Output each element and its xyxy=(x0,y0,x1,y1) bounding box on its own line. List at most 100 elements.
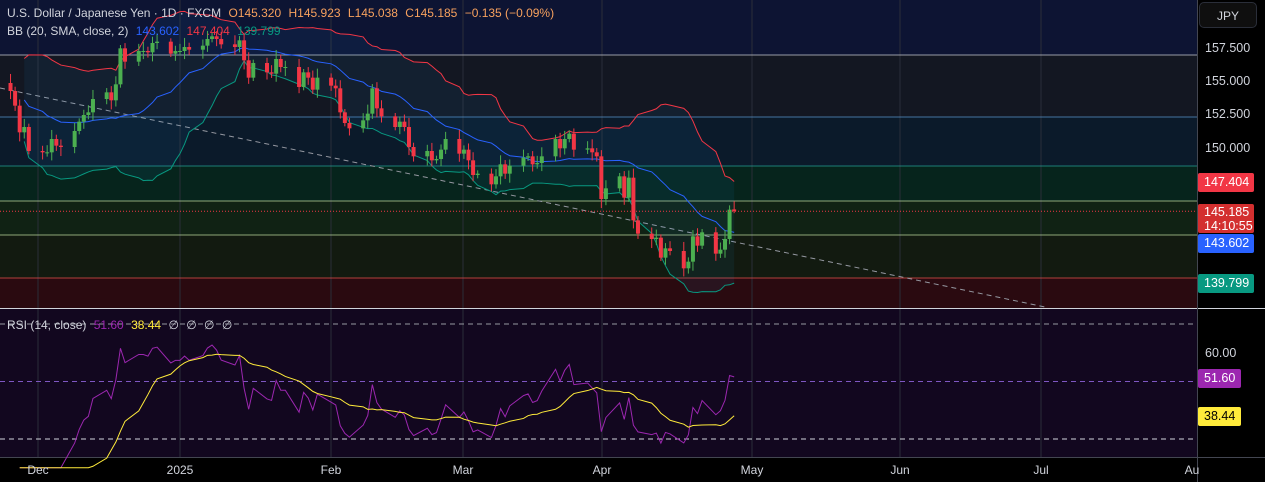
currency-button[interactable]: JPY xyxy=(1199,2,1257,28)
price-tick: 152.500 xyxy=(1205,107,1251,121)
candle-body xyxy=(434,158,439,161)
ohlc-open: O145.320 xyxy=(228,6,282,20)
candle-body xyxy=(411,146,416,157)
candle-body xyxy=(365,113,370,121)
time-tick: 2025 xyxy=(166,463,194,477)
candle-body xyxy=(269,72,274,74)
candle-body xyxy=(109,92,114,101)
candle-body xyxy=(668,248,673,251)
candle-body xyxy=(81,114,86,122)
candle-body xyxy=(54,138,59,146)
candle-body xyxy=(539,156,544,163)
candle-body xyxy=(219,39,224,45)
bb-upper-value: 147.404 xyxy=(186,24,230,38)
candle-body xyxy=(429,150,434,161)
candle-body xyxy=(457,138,462,154)
candle-body xyxy=(635,220,640,234)
candle-body xyxy=(283,66,288,68)
candle-body xyxy=(681,250,686,269)
candle-body xyxy=(686,261,691,269)
price-tick: 157.500 xyxy=(1205,41,1251,55)
candle-body xyxy=(315,77,320,90)
candle-body xyxy=(113,84,118,101)
bb-lower-value: 139.799 xyxy=(237,24,281,38)
candle-body xyxy=(718,249,723,254)
ohlc-high: H145.923 xyxy=(288,6,341,20)
rsi-value: 51.60 xyxy=(93,318,124,332)
candle-body xyxy=(123,48,128,62)
candle-body xyxy=(700,232,705,246)
candle-body xyxy=(278,58,283,67)
candle-body xyxy=(590,148,595,153)
rsi-tick: 60.00 xyxy=(1205,346,1237,360)
candle-body xyxy=(406,126,411,147)
ohlc-low: L145.038 xyxy=(347,6,398,20)
candle-body xyxy=(145,50,150,53)
bb-basis-value: 143.602 xyxy=(135,24,180,38)
candle-body xyxy=(347,122,352,129)
candle-body xyxy=(521,157,526,166)
rsi-legend[interactable]: RSI (14, close) 51.60 38.44 ∅ ∅ ∅ ∅ xyxy=(7,318,236,332)
candle-body xyxy=(594,152,599,157)
candle-body xyxy=(727,209,732,239)
candle-body xyxy=(173,50,178,54)
bb-upper-tag: 147.404 xyxy=(1198,173,1254,192)
ohlc-change: −0.135 (−0.09%) xyxy=(464,6,555,20)
candle-body xyxy=(77,121,82,131)
bb-legend[interactable]: BB (20, SMA, close, 2) 143.602 147.404 1… xyxy=(7,24,285,38)
candle-body xyxy=(72,130,77,147)
candle-body xyxy=(585,148,590,150)
candle-body xyxy=(626,177,631,198)
time-tick: Jul xyxy=(1033,463,1049,477)
candle-body xyxy=(562,138,567,149)
candle-body xyxy=(443,138,448,150)
candle-body xyxy=(182,47,187,51)
candle-body xyxy=(22,126,27,133)
candle-body xyxy=(461,149,466,154)
candle-body xyxy=(489,173,494,185)
candle-body xyxy=(274,58,279,74)
bb-label: BB (20, SMA, close, 2) xyxy=(7,24,129,38)
candle-body xyxy=(13,90,18,106)
price-tick: 150.000 xyxy=(1205,141,1251,155)
candle-body xyxy=(425,150,430,157)
candle-body xyxy=(342,112,347,123)
candle-body xyxy=(631,177,636,221)
candle-body xyxy=(571,133,576,150)
candle-body xyxy=(86,112,91,115)
candle-body xyxy=(40,150,45,153)
candle-body xyxy=(713,232,718,254)
bb-basis-tag: 143.602 xyxy=(1198,234,1254,253)
candle-body xyxy=(723,238,727,250)
candle-body xyxy=(439,149,444,159)
rsi-label: RSI (14, close) xyxy=(7,318,87,332)
candle-body xyxy=(301,72,306,87)
candle-body xyxy=(297,66,302,87)
candle-body xyxy=(599,156,604,199)
candle-body xyxy=(251,62,256,78)
candle-body xyxy=(503,164,508,174)
last-price-tag: 145.185 14:10:55 xyxy=(1198,204,1254,233)
chart-canvas[interactable] xyxy=(0,0,1265,482)
rsi-tag: 51.60 xyxy=(1198,369,1241,388)
candle-body xyxy=(617,176,622,189)
candle-body xyxy=(177,50,182,52)
candle-body xyxy=(361,120,366,129)
candle-body xyxy=(246,60,251,78)
candle-body xyxy=(58,145,63,147)
time-tick: Au xyxy=(1184,463,1200,477)
candle-body xyxy=(695,236,700,246)
candle-body xyxy=(526,156,531,158)
candle-body xyxy=(333,85,338,89)
rsi-ma-value: 38.44 xyxy=(131,318,162,332)
rsi-extra: ∅ xyxy=(186,318,197,332)
candle-body xyxy=(26,126,31,151)
candle-body xyxy=(237,40,242,47)
candle-body xyxy=(118,48,123,85)
time-tick: Dec xyxy=(27,463,49,477)
time-tick: Mar xyxy=(452,463,474,477)
candle-body xyxy=(471,160,476,175)
candle-body xyxy=(205,39,210,46)
candle-body xyxy=(530,156,535,165)
candle-body xyxy=(553,138,558,157)
